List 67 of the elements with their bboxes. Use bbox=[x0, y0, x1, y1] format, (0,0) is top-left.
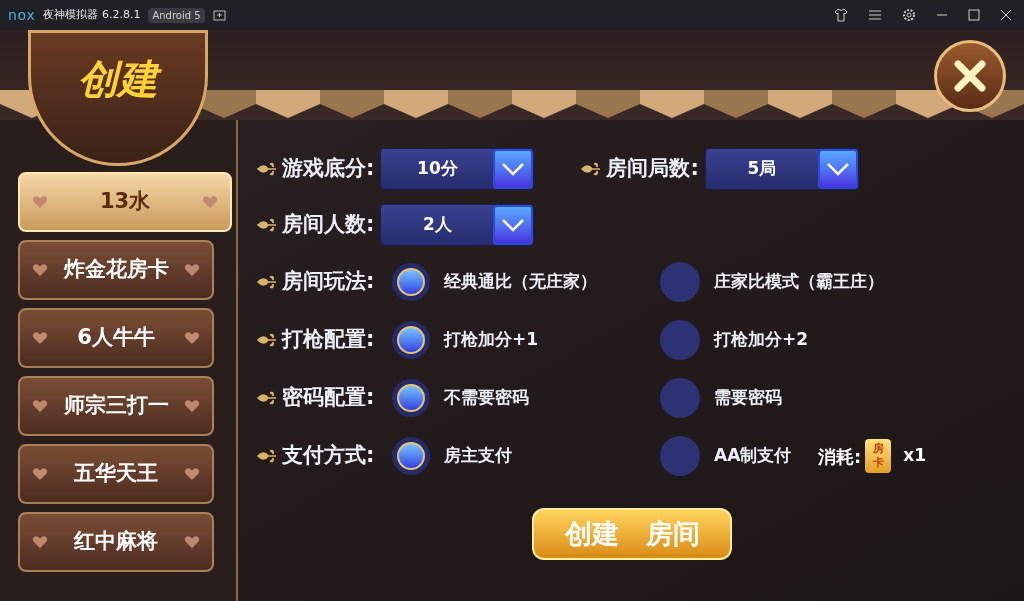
version-badge: Android 5 bbox=[148, 7, 205, 23]
dropdown-value: 2人 bbox=[422, 213, 453, 237]
fleur-icon bbox=[256, 160, 278, 178]
game-tab[interactable]: 6人牛牛 bbox=[18, 308, 214, 368]
heart-icon bbox=[32, 263, 48, 277]
setting-label: 支付方式: bbox=[282, 442, 375, 470]
shirt-icon[interactable] bbox=[834, 8, 848, 22]
close-icon[interactable] bbox=[1000, 9, 1012, 21]
option-label: 打枪加分+2 bbox=[714, 328, 809, 352]
heart-icon bbox=[184, 535, 200, 549]
room-card-icon: 房卡 bbox=[865, 439, 892, 473]
setting-label: 游戏底分: bbox=[282, 155, 375, 183]
heart-icon bbox=[32, 535, 48, 549]
radio-button[interactable] bbox=[660, 436, 700, 476]
radio-button[interactable] bbox=[660, 262, 700, 302]
heart-icon bbox=[32, 399, 48, 413]
cost-count: x1 bbox=[903, 444, 926, 468]
option-label: 庄家比模式（霸王庄） bbox=[714, 270, 884, 294]
fleur-icon bbox=[256, 389, 278, 407]
dropdown-value: 5局 bbox=[746, 157, 778, 181]
radio-button[interactable] bbox=[392, 379, 430, 417]
window-title: 夜神模拟器 6.2.8.1 bbox=[43, 6, 141, 23]
heart-icon bbox=[32, 331, 48, 345]
fleur-icon bbox=[580, 160, 603, 178]
fleur-icon bbox=[256, 216, 278, 234]
game-tab[interactable]: 13水 bbox=[18, 172, 232, 232]
heart-icon bbox=[202, 195, 218, 209]
option-label: AA制支付 bbox=[714, 444, 792, 468]
close-icon bbox=[953, 59, 987, 93]
dropdown-field[interactable]: 2人 bbox=[380, 204, 535, 246]
game-tab[interactable]: 红中麻将 bbox=[18, 512, 214, 572]
setting-label: 密码配置: bbox=[282, 384, 375, 412]
radio-button[interactable] bbox=[392, 321, 430, 359]
maximize-icon[interactable] bbox=[968, 9, 980, 21]
option-label: 经典通比（无庄家） bbox=[444, 270, 597, 294]
fleur-icon bbox=[256, 331, 278, 349]
option-label: 房主支付 bbox=[444, 444, 512, 468]
radio-button[interactable] bbox=[392, 263, 430, 301]
heart-icon bbox=[184, 331, 200, 345]
fleur-icon bbox=[256, 447, 278, 465]
heart-icon bbox=[184, 467, 200, 481]
game-tab[interactable]: 炸金花房卡 bbox=[18, 240, 214, 300]
setting-label: 房间玩法: bbox=[282, 268, 375, 296]
option-label: 打枪加分+1 bbox=[444, 328, 539, 352]
cost-label: 消耗: bbox=[818, 444, 862, 469]
setting-label: 房间局数: bbox=[606, 155, 699, 183]
app-logo: nox bbox=[8, 5, 36, 25]
heart-icon bbox=[32, 195, 48, 209]
heart-icon bbox=[184, 399, 200, 413]
fleur-icon bbox=[256, 273, 278, 291]
setting-label: 打枪配置: bbox=[282, 326, 375, 354]
radio-button[interactable] bbox=[660, 320, 700, 360]
radio-button[interactable] bbox=[660, 378, 700, 418]
menu-icon[interactable] bbox=[868, 9, 882, 21]
heart-icon bbox=[32, 467, 48, 481]
screen-icon[interactable] bbox=[212, 9, 226, 21]
game-tab[interactable]: 师宗三打一 bbox=[18, 376, 214, 436]
game-tab[interactable]: 五华天王 bbox=[18, 444, 214, 504]
setting-label: 房间人数: bbox=[282, 211, 375, 239]
option-label: 不需要密码 bbox=[444, 386, 529, 410]
dropdown-field[interactable]: 5局 bbox=[704, 148, 859, 190]
option-label: 需要密码 bbox=[714, 386, 782, 410]
radio-button[interactable] bbox=[392, 437, 430, 475]
dropdown-value: 10分 bbox=[416, 157, 459, 181]
settings-icon[interactable] bbox=[902, 8, 916, 22]
dropdown-field[interactable]: 10分 bbox=[380, 148, 535, 190]
heart-icon bbox=[184, 263, 200, 277]
